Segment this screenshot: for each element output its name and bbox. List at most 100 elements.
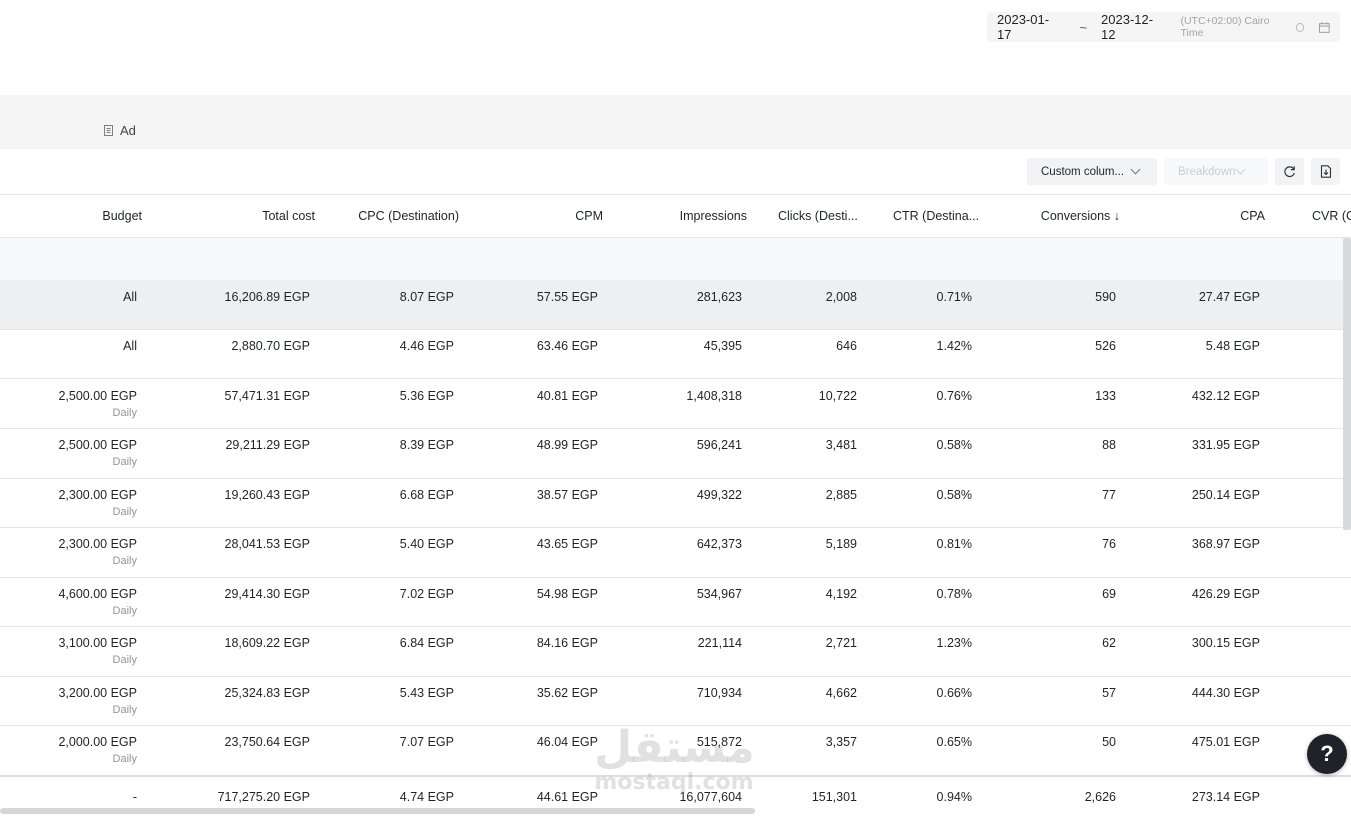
column-header-clicks[interactable]: Clicks (Desti... bbox=[778, 209, 858, 223]
cell-budget-type: Daily bbox=[112, 704, 137, 716]
cell-budget-type: Daily bbox=[112, 753, 137, 765]
cell-budget: 2,500.00 EGP bbox=[58, 438, 137, 452]
date-separator: ~ bbox=[1079, 19, 1088, 35]
cell-cpm: 48.99 EGP bbox=[536, 438, 598, 452]
date-range-picker[interactable]: 2023-01-17 ~ 2023-12-12 (UTC+02:00) Cair… bbox=[987, 12, 1340, 42]
totals-row: - 717,275.20 EGP 4.74 EGP 44.61 EGP 16,0… bbox=[0, 780, 1343, 829]
cell-conversions: 88 bbox=[1102, 438, 1116, 452]
cell-clicks: 10,722 bbox=[818, 389, 857, 403]
timezone-label: (UTC+02:00) Cairo Time bbox=[1180, 15, 1270, 39]
summary-row[interactable]: All 16,206.89 EGP 8.07 EGP 57.55 EGP 281… bbox=[0, 280, 1343, 329]
cell-cpa: 5.48 EGP bbox=[1205, 339, 1260, 353]
breakdown-dropdown[interactable]: Breakdown bbox=[1164, 158, 1268, 185]
question-mark-icon: ? bbox=[1320, 741, 1334, 766]
cell-total-cost: 16,206.89 EGP bbox=[224, 290, 310, 304]
cell-budget: 2,300.00 EGP bbox=[58, 537, 137, 551]
cell-cpa: 331.95 EGP bbox=[1191, 438, 1260, 452]
cell-clicks: 5,189 bbox=[825, 537, 857, 551]
table-row[interactable]: 3,100.00 EGP Daily 18,609.22 EGP 6.84 EG… bbox=[0, 626, 1343, 675]
cell-impressions: 534,967 bbox=[696, 587, 742, 601]
cell-clicks: 4,662 bbox=[825, 686, 857, 700]
column-header-ctr[interactable]: CTR (Destina... bbox=[893, 209, 979, 223]
cell-cpm: 63.46 EGP bbox=[536, 339, 598, 353]
refresh-icon bbox=[1284, 166, 1295, 178]
summary-row[interactable]: All 2,880.70 EGP 4.46 EGP 63.46 EGP 45,3… bbox=[0, 329, 1343, 378]
column-header-cpa[interactable]: CPA bbox=[1240, 209, 1265, 223]
help-button[interactable]: ? bbox=[1307, 734, 1347, 774]
cell-conversions: 62 bbox=[1102, 636, 1116, 650]
start-date[interactable]: 2023-01-17 bbox=[997, 12, 1061, 42]
cell-ctr: 0.78% bbox=[936, 587, 972, 601]
total-ctr: 0.94% bbox=[936, 790, 972, 804]
cell-conversions: 57 bbox=[1102, 686, 1116, 700]
cell-ctr: 0.58% bbox=[936, 488, 972, 502]
refresh-button[interactable] bbox=[1275, 158, 1304, 185]
cell-cpm: 35.62 EGP bbox=[536, 686, 598, 700]
chevron-down-icon bbox=[1235, 164, 1246, 175]
cell-cpc: 7.07 EGP bbox=[399, 735, 454, 749]
table-row[interactable]: 3,200.00 EGP Daily 25,324.83 EGP 5.43 EG… bbox=[0, 676, 1343, 725]
cell-budget-type: Daily bbox=[112, 506, 137, 518]
info-icon bbox=[1295, 22, 1305, 32]
cell-cpc: 6.68 EGP bbox=[399, 488, 454, 502]
calendar-icon[interactable] bbox=[1319, 21, 1331, 33]
column-header-conversions[interactable]: Conversions ↓ bbox=[1041, 209, 1120, 223]
cell-ctr: 0.58% bbox=[936, 438, 972, 452]
cell-cpa: 368.97 EGP bbox=[1191, 537, 1260, 551]
column-header-total-cost[interactable]: Total cost bbox=[262, 209, 315, 223]
breakdown-label: Breakdown bbox=[1178, 165, 1236, 178]
column-header-cvr[interactable]: CVR (C bbox=[1312, 209, 1351, 223]
cell-total-cost: 28,041.53 EGP bbox=[224, 537, 310, 551]
cell-cpc: 5.43 EGP bbox=[399, 686, 454, 700]
cell-total-cost: 2,880.70 EGP bbox=[231, 339, 310, 353]
cell-ctr: 1.23% bbox=[936, 636, 972, 650]
export-button[interactable] bbox=[1311, 158, 1340, 185]
table-placeholder-row bbox=[0, 238, 1343, 280]
vertical-scrollbar[interactable] bbox=[1343, 238, 1351, 530]
cell-ctr: 0.71% bbox=[936, 290, 972, 304]
table-row[interactable]: 2,300.00 EGP Daily 28,041.53 EGP 5.40 EG… bbox=[0, 527, 1343, 576]
table-row[interactable]: 2,000.00 EGP Daily 23,750.64 EGP 7.07 EG… bbox=[0, 725, 1343, 774]
cell-clicks: 3,481 bbox=[825, 438, 857, 452]
cell-clicks: 2,721 bbox=[825, 636, 857, 650]
cell-budget-type: Daily bbox=[112, 407, 137, 419]
cell-cpa: 426.29 EGP bbox=[1191, 587, 1260, 601]
cell-conversions: 590 bbox=[1095, 290, 1116, 304]
cell-clicks: 646 bbox=[836, 339, 857, 353]
column-header-cpc[interactable]: CPC (Destination) bbox=[358, 209, 459, 223]
table-row[interactable]: 2,300.00 EGP Daily 19,260.43 EGP 6.68 EG… bbox=[0, 478, 1343, 527]
cell-cpa: 444.30 EGP bbox=[1191, 686, 1260, 700]
cell-impressions: 596,241 bbox=[696, 438, 742, 452]
cell-cpa: 250.14 EGP bbox=[1191, 488, 1260, 502]
table-row[interactable]: 2,500.00 EGP Daily 29,211.29 EGP 8.39 EG… bbox=[0, 428, 1343, 477]
cell-impressions: 642,373 bbox=[696, 537, 742, 551]
cell-cpa: 432.12 EGP bbox=[1191, 389, 1260, 403]
document-icon bbox=[104, 125, 113, 136]
cell-cpc: 5.36 EGP bbox=[399, 389, 454, 403]
cell-budget-type: Daily bbox=[112, 605, 137, 617]
cell-total-cost: 29,211.29 EGP bbox=[225, 438, 310, 452]
tab-ad-label: Ad bbox=[120, 123, 136, 138]
cell-conversions: 50 bbox=[1102, 735, 1116, 749]
custom-columns-dropdown[interactable]: Custom colum... bbox=[1027, 158, 1157, 185]
level-tabs-bar: Ad bbox=[0, 95, 1351, 149]
cell-total-cost: 23,750.64 EGP bbox=[224, 735, 310, 749]
horizontal-scrollbar[interactable] bbox=[0, 808, 755, 814]
cell-impressions: 499,322 bbox=[696, 488, 742, 502]
cell-budget: 3,100.00 EGP bbox=[58, 636, 137, 650]
cell-budget-type: Daily bbox=[112, 654, 137, 666]
table-header: Budget Total cost CPC (Destination) CPM … bbox=[0, 195, 1351, 238]
column-header-impressions[interactable]: Impressions bbox=[680, 209, 747, 223]
end-date[interactable]: 2023-12-12 bbox=[1101, 12, 1165, 42]
cell-impressions: 515,872 bbox=[696, 735, 742, 749]
table-row[interactable]: 4,600.00 EGP Daily 29,414.30 EGP 7.02 EG… bbox=[0, 577, 1343, 626]
cell-cpa: 300.15 EGP bbox=[1191, 636, 1260, 650]
cell-budget: 3,200.00 EGP bbox=[58, 686, 137, 700]
cell-conversions: 69 bbox=[1102, 587, 1116, 601]
column-header-budget[interactable]: Budget bbox=[102, 209, 142, 223]
total-budget: - bbox=[132, 790, 137, 804]
tab-ad[interactable]: Ad bbox=[104, 123, 136, 138]
table-row[interactable]: 2,500.00 EGP Daily 57,471.31 EGP 5.36 EG… bbox=[0, 379, 1343, 428]
total-clicks: 151,301 bbox=[811, 790, 857, 804]
column-header-cpm[interactable]: CPM bbox=[575, 209, 603, 223]
